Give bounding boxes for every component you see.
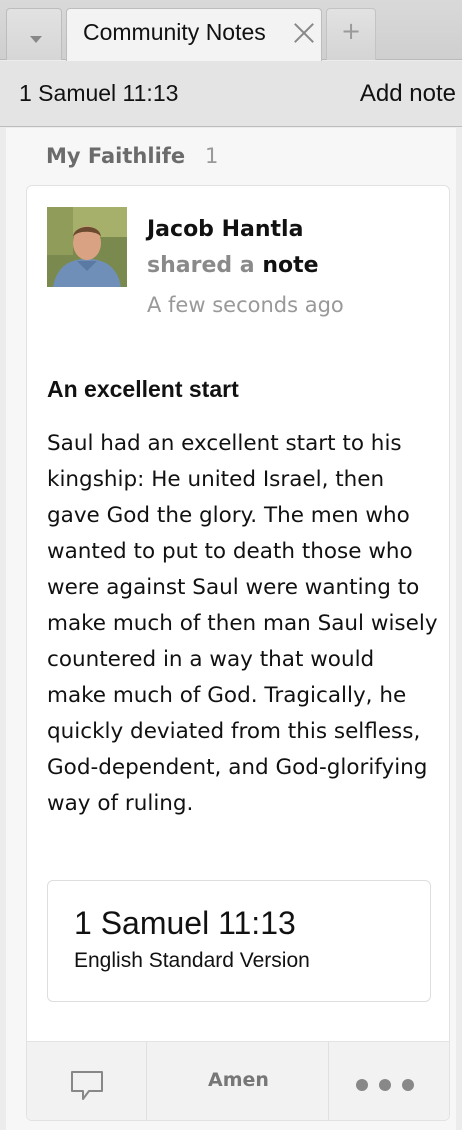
card-footer: Amen: [27, 1041, 449, 1121]
tab-list-dropdown[interactable]: [6, 8, 62, 60]
chevron-down-icon: [30, 36, 42, 43]
action-noun-link[interactable]: note: [262, 253, 318, 278]
reference-version: English Standard Version: [74, 949, 310, 972]
close-icon[interactable]: [293, 21, 315, 43]
note-card: Jacob Hantla shared a note A few seconds…: [26, 185, 450, 1121]
tab-community-notes[interactable]: Community Notes: [66, 8, 322, 61]
group-count: 1: [205, 144, 219, 168]
comment-icon: [71, 1071, 103, 1100]
add-note-button[interactable]: Add note: [360, 80, 456, 108]
author-name[interactable]: Jacob Hantla: [147, 217, 303, 242]
note-title: An excellent start: [47, 376, 239, 402]
amen-label: Amen: [208, 1069, 269, 1091]
avatar[interactable]: [47, 207, 127, 287]
new-tab-button[interactable]: +: [326, 8, 376, 60]
reference-title: 1 Samuel 11:13: [74, 905, 296, 941]
reference-label[interactable]: 1 Samuel 11:13: [19, 80, 178, 107]
tab-bar: Community Notes +: [0, 0, 462, 61]
group-title[interactable]: My Faithlife: [46, 144, 185, 168]
action-prefix: shared a: [147, 253, 255, 278]
notes-panel: My Faithlife 1 Jacob Hantla shared a not…: [6, 128, 456, 1130]
amen-button[interactable]: Amen: [148, 1042, 329, 1121]
comment-button[interactable]: [27, 1042, 147, 1121]
more-icon: [356, 1076, 425, 1095]
activity-description: shared a note: [147, 253, 319, 278]
note-body: Saul had an excellent start to his kings…: [47, 431, 438, 816]
panel-header: 1 Samuel 11:13 Add note: [0, 61, 462, 127]
tab-title: Community Notes: [83, 19, 266, 45]
reference-card[interactable]: 1 Samuel 11:13 English Standard Version: [47, 880, 431, 1002]
more-button[interactable]: [330, 1042, 449, 1121]
timestamp[interactable]: A few seconds ago: [147, 293, 344, 317]
